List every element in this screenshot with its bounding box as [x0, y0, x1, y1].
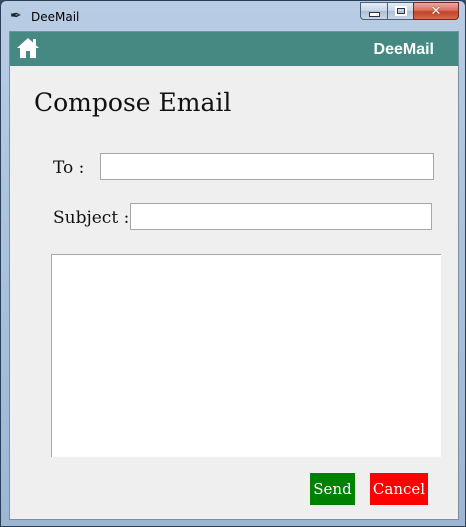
minimize-icon	[368, 11, 380, 17]
message-body-field[interactable]	[51, 254, 441, 457]
app-brand: DeeMail	[373, 41, 434, 58]
maximize-button[interactable]	[387, 2, 413, 20]
close-button[interactable]: ✕	[413, 2, 459, 20]
maximize-icon	[394, 6, 407, 16]
page-title: Compose Email	[34, 88, 232, 117]
app-window: ✒ DeeMail ✕ DeeMail Compose Email To : S…	[0, 0, 466, 527]
title-bar[interactable]: ✒ DeeMail ✕	[1, 1, 465, 31]
subject-label: Subject :	[53, 208, 130, 228]
feather-icon: ✒	[10, 8, 22, 24]
window-controls: ✕	[360, 2, 459, 20]
send-button[interactable]: Send	[310, 473, 355, 505]
to-field[interactable]	[100, 153, 434, 180]
minimize-button[interactable]	[360, 2, 387, 20]
cancel-button[interactable]: Cancel	[370, 473, 428, 505]
window-title: DeeMail	[31, 10, 80, 24]
close-icon: ✕	[430, 3, 442, 19]
to-label: To :	[53, 158, 85, 178]
app-header: DeeMail	[10, 32, 458, 66]
subject-field[interactable]	[130, 203, 432, 230]
home-icon[interactable]	[16, 37, 40, 59]
compose-panel: DeeMail Compose Email To : Subject : Sen…	[9, 31, 459, 520]
